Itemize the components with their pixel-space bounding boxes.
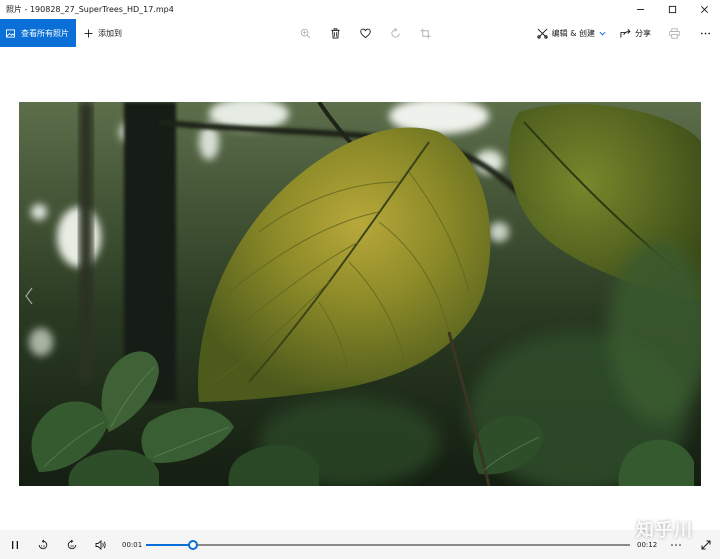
photo-icon [6, 28, 15, 38]
close-icon [700, 6, 708, 13]
chevron-down-icon [599, 31, 606, 36]
crop-button[interactable] [410, 19, 440, 47]
edit-create-label: 编辑 & 创建 [551, 28, 595, 38]
photos-app-window: 照片 - 190828_27_SuperTrees_HD_17.mp4 查看所有… [0, 0, 720, 559]
forward-30-icon: 30 [67, 539, 77, 549]
svg-text:10: 10 [41, 544, 46, 548]
current-time: 00:01 [122, 540, 143, 549]
printer-icon [669, 27, 680, 39]
maximize-button[interactable] [656, 0, 688, 19]
close-button[interactable] [688, 0, 720, 19]
chevron-left-icon [25, 287, 33, 305]
volume-button[interactable] [92, 530, 110, 559]
heart-icon [359, 28, 371, 38]
pause-button[interactable] [6, 530, 24, 559]
add-to-button[interactable]: 添加到 [76, 19, 130, 47]
more-icon [701, 32, 710, 34]
fullscreen-button[interactable] [698, 530, 714, 559]
share-button[interactable]: 分享 [613, 19, 658, 47]
crop-icon [419, 27, 431, 39]
rotate-icon [390, 27, 400, 38]
volume-icon [95, 539, 106, 550]
video-still-image [19, 102, 701, 486]
toolbar: 查看所有照片 添加到 编辑 & 创建 分享 [0, 19, 720, 47]
fullscreen-icon [701, 540, 711, 549]
rewind-10-icon: 10 [38, 539, 48, 549]
skip-forward-30-button[interactable]: 30 [63, 530, 81, 559]
seek-bar-progress [146, 544, 194, 546]
skip-back-10-button[interactable]: 10 [34, 530, 52, 559]
svg-text:30: 30 [70, 544, 75, 548]
more-button[interactable] [691, 19, 720, 47]
delete-button[interactable] [320, 19, 350, 47]
previous-button[interactable] [22, 282, 36, 310]
window-title: 照片 - 190828_27_SuperTrees_HD_17.mp4 [6, 5, 174, 14]
edit-create-button[interactable]: 编辑 & 创建 [530, 19, 613, 47]
share-icon [620, 28, 631, 38]
video-frame[interactable] [19, 102, 701, 486]
edit-tools-icon [536, 28, 548, 39]
zoom-button[interactable] [290, 19, 320, 47]
pause-icon [12, 540, 18, 549]
view-all-photos-button[interactable]: 查看所有照片 [0, 19, 76, 47]
playback-controls: 10 30 00:01 00:12 [0, 530, 720, 559]
seek-thumb[interactable] [188, 540, 199, 550]
trash-icon [330, 27, 340, 39]
maximize-icon [668, 5, 676, 14]
plus-icon [84, 28, 93, 38]
minimize-icon [636, 9, 644, 10]
print-button[interactable] [658, 19, 691, 47]
watermark-text: 知乎川 [636, 520, 693, 541]
window-controls [624, 0, 720, 19]
minimize-button[interactable] [624, 0, 656, 19]
add-to-label: 添加到 [98, 28, 122, 38]
rotate-button[interactable] [380, 19, 410, 47]
favorite-button[interactable] [350, 19, 380, 47]
right-tools: 编辑 & 创建 分享 [530, 19, 720, 47]
share-label: 分享 [635, 28, 651, 38]
zoom-icon [300, 28, 310, 38]
seek-bar[interactable] [146, 540, 630, 550]
title-bar: 照片 - 190828_27_SuperTrees_HD_17.mp4 [0, 0, 720, 19]
center-tools [290, 19, 440, 47]
view-all-photos-label: 查看所有照片 [21, 28, 69, 38]
